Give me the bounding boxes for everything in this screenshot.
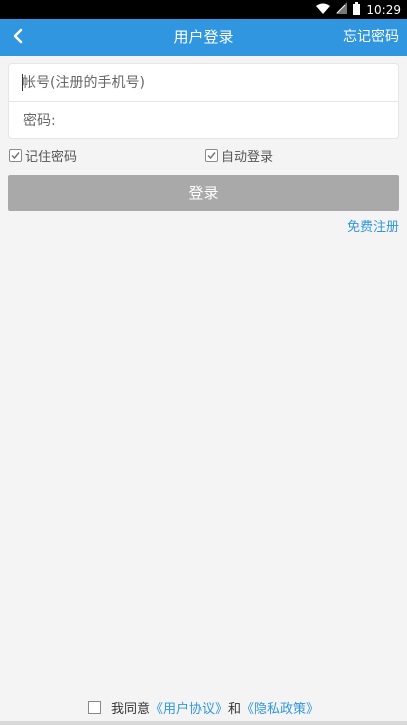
login-form: 密码: xyxy=(8,63,399,139)
battery-icon xyxy=(353,1,361,18)
agreement-conjunction: 和 xyxy=(228,701,242,717)
auto-login-option[interactable]: 自动登录 xyxy=(205,145,273,165)
remember-password-label: 记住密码 xyxy=(25,149,78,165)
status-time: 10:29 xyxy=(366,2,401,17)
password-input[interactable] xyxy=(65,102,385,139)
account-input[interactable] xyxy=(22,64,382,101)
privacy-policy-link[interactable]: 《隐私政策》 xyxy=(241,698,319,717)
text-cursor xyxy=(22,74,23,91)
agreement-checkbox[interactable] xyxy=(87,700,101,714)
remember-password-option[interactable]: 记住密码 xyxy=(9,145,77,165)
password-field-row: 密码: xyxy=(9,102,398,140)
login-button[interactable]: 登录 xyxy=(8,175,399,211)
auto-login-checkbox[interactable] xyxy=(205,148,218,162)
register-link[interactable]: 免费注册 xyxy=(347,218,399,238)
account-field-row xyxy=(9,64,398,102)
user-agreement-link[interactable]: 《用户协议》 xyxy=(150,698,228,717)
signal-icon xyxy=(336,2,348,17)
status-bar: 10:29 xyxy=(0,0,407,19)
forgot-password-button[interactable]: 忘记密码 xyxy=(343,19,399,56)
remember-password-checkbox[interactable] xyxy=(9,148,22,162)
bottom-edge xyxy=(0,721,407,725)
auto-login-label: 自动登录 xyxy=(221,149,274,165)
agreement-prefix: 我同意 xyxy=(110,701,150,717)
app-bar: 用户登录 忘记密码 xyxy=(0,19,407,56)
wifi-icon xyxy=(316,3,331,17)
status-icons: 10:29 xyxy=(316,1,401,18)
password-label: 密码: xyxy=(23,113,56,129)
agreement-row: 我同意 《用户协议》 和 《隐私政策》 xyxy=(0,697,407,717)
